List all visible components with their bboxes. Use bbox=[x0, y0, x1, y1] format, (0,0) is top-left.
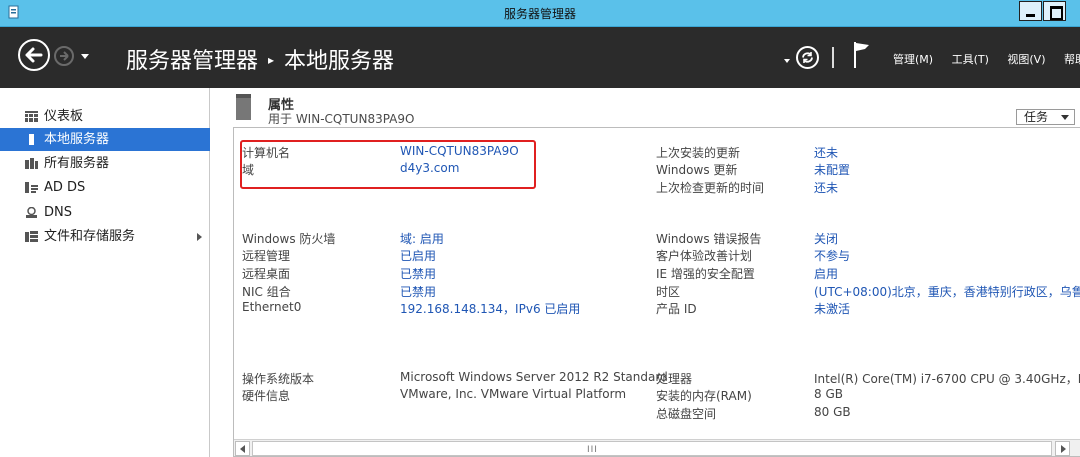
menu-tools[interactable]: 工具(T) bbox=[952, 53, 989, 66]
prop-value-windows-update[interactable]: 未配置 bbox=[814, 161, 850, 178]
chevron-down-icon bbox=[1061, 115, 1069, 120]
scroll-thumb[interactable]: III bbox=[252, 441, 1052, 456]
prop-value-error-reporting[interactable]: 关闭 bbox=[814, 230, 838, 247]
main-content: 属性 用于 WIN-CQTUN83PA9O 任务 计算机名 WIN-CQTUN8… bbox=[211, 88, 1080, 457]
prop-value-os-version: Microsoft Windows Server 2012 R2 Standar… bbox=[400, 370, 668, 384]
prop-value-remote-desktop[interactable]: 已禁用 bbox=[400, 265, 436, 282]
properties-subtitle: 用于 WIN-CQTUN83PA9O bbox=[268, 112, 415, 126]
tasks-dropdown[interactable]: 任务 bbox=[1016, 109, 1075, 125]
sidebar: 仪表板 本地服务器 所有服务器 AD DS DNS 文件和存储服务 bbox=[0, 88, 210, 457]
refresh-button[interactable] bbox=[796, 46, 819, 69]
sidebar-item-all-servers[interactable]: 所有服务器 bbox=[0, 152, 210, 175]
prop-label-hardware: 硬件信息 bbox=[242, 389, 291, 403]
prop-value-ethernet0[interactable]: 192.168.148.134，IPv6 已启用 bbox=[400, 300, 580, 317]
menu-bar: 管理(M) 工具(T) 视图(V) 帮助( bbox=[893, 51, 1080, 67]
prop-value-product-id[interactable]: 未激活 bbox=[814, 300, 850, 317]
expand-arrow-icon[interactable] bbox=[197, 233, 202, 241]
header-divider bbox=[832, 47, 834, 68]
scroll-left-button[interactable] bbox=[235, 441, 250, 456]
prop-value-timezone[interactable]: (UTC+08:00)北京，重庆，香港特别行政区，乌鲁木 bbox=[814, 283, 1080, 300]
prop-value-last-update[interactable]: 还未 bbox=[814, 144, 838, 161]
ad-ds-icon bbox=[25, 182, 38, 193]
prop-label-nic-teaming: NIC 组合 bbox=[242, 285, 291, 299]
menu-manage[interactable]: 管理(M) bbox=[893, 53, 933, 66]
flag-icon[interactable] bbox=[852, 41, 872, 69]
sidebar-item-label: 仪表板 bbox=[44, 109, 84, 124]
server-properties-icon bbox=[236, 94, 251, 120]
prop-label-disk-space: 总磁盘空间 bbox=[656, 407, 717, 421]
scroll-right-button[interactable] bbox=[1055, 441, 1070, 456]
prop-value-disk-space: 80 GB bbox=[814, 405, 851, 419]
maximize-button[interactable] bbox=[1043, 1, 1066, 21]
prop-value-firewall[interactable]: 域: 启用 bbox=[400, 230, 444, 247]
dashboard-icon bbox=[25, 111, 38, 122]
sidebar-item-label: DNS bbox=[44, 205, 72, 220]
sidebar-item-dns[interactable]: DNS bbox=[0, 201, 210, 224]
header-bar: 服务器管理器 ▸ 本地服务器 管理(M) 工具(T) 视图(V) 帮助( bbox=[0, 27, 1080, 88]
horizontal-scrollbar[interactable]: III bbox=[234, 439, 1080, 456]
sidebar-item-ad-ds[interactable]: AD DS bbox=[0, 176, 210, 199]
all-servers-icon bbox=[25, 158, 38, 169]
prop-value-remote-management[interactable]: 已启用 bbox=[400, 247, 436, 264]
prop-label-ie-esc: IE 增强的安全配置 bbox=[656, 267, 755, 281]
prop-label-product-id: 产品 ID bbox=[656, 302, 697, 316]
sidebar-item-label: 本地服务器 bbox=[44, 132, 110, 147]
file-storage-icon bbox=[25, 231, 38, 242]
prop-value-nic-teaming[interactable]: 已禁用 bbox=[400, 283, 436, 300]
prop-label-windows-update: Windows 更新 bbox=[656, 163, 738, 177]
prop-label-processor: 处理器 bbox=[656, 372, 693, 386]
prop-label-error-reporting: Windows 错误报告 bbox=[656, 232, 762, 246]
prop-value-domain[interactable]: d4y3.com bbox=[400, 161, 459, 175]
prop-label-ceip: 客户体验改善计划 bbox=[656, 249, 753, 263]
tasks-label: 任务 bbox=[1024, 110, 1049, 124]
prop-label-domain: 域 bbox=[242, 163, 255, 177]
scroll-grip-icon: III bbox=[587, 445, 598, 455]
breadcrumb-root[interactable]: 服务器管理器 bbox=[126, 49, 258, 74]
menu-help[interactable]: 帮助( bbox=[1064, 53, 1080, 66]
sidebar-item-file-storage[interactable]: 文件和存储服务 bbox=[0, 225, 210, 248]
forward-arrow-icon bbox=[60, 51, 69, 61]
back-arrow-icon bbox=[25, 47, 43, 63]
title-bar: 服务器管理器 bbox=[0, 0, 1080, 27]
breadcrumb-current: 本地服务器 bbox=[284, 49, 395, 74]
prop-value-memory: 8 GB bbox=[814, 387, 843, 401]
prop-label-os-version: 操作系统版本 bbox=[242, 372, 315, 386]
prop-label-computer-name: 计算机名 bbox=[242, 146, 291, 160]
breadcrumb-separator-icon: ▸ bbox=[268, 53, 275, 67]
properties-panel: 计算机名 WIN-CQTUN83PA9O 域 d4y3.com Windows … bbox=[233, 127, 1080, 457]
sidebar-item-dashboard[interactable]: 仪表板 bbox=[0, 105, 210, 128]
prop-value-last-check[interactable]: 还未 bbox=[814, 179, 838, 196]
sidebar-item-label: 所有服务器 bbox=[44, 156, 110, 171]
prop-value-hardware: VMware, Inc. VMware Virtual Platform bbox=[400, 387, 627, 401]
minimize-button[interactable] bbox=[1019, 1, 1042, 21]
prop-label-memory: 安装的内存(RAM) bbox=[656, 389, 752, 403]
refresh-dropdown-icon[interactable] bbox=[784, 59, 790, 63]
prop-label-ethernet0: Ethernet0 bbox=[242, 300, 302, 314]
history-dropdown-icon[interactable] bbox=[81, 54, 89, 59]
forward-button[interactable] bbox=[54, 46, 74, 66]
sidebar-item-label: 文件和存储服务 bbox=[44, 229, 136, 244]
prop-value-ceip[interactable]: 不参与 bbox=[814, 247, 850, 264]
back-button[interactable] bbox=[18, 39, 50, 71]
prop-label-firewall: Windows 防火墙 bbox=[242, 232, 336, 246]
prop-label-timezone: 时区 bbox=[656, 285, 681, 299]
sidebar-item-label: AD DS bbox=[44, 180, 86, 195]
prop-label-last-check: 上次检查更新的时间 bbox=[656, 181, 765, 195]
prop-label-last-update: 上次安装的更新 bbox=[656, 146, 741, 160]
prop-value-ie-esc[interactable]: 启用 bbox=[814, 265, 838, 282]
window-title: 服务器管理器 bbox=[503, 7, 576, 21]
breadcrumb: 服务器管理器 ▸ 本地服务器 bbox=[126, 43, 394, 75]
prop-label-remote-desktop: 远程桌面 bbox=[242, 267, 291, 281]
local-server-icon bbox=[29, 134, 34, 145]
refresh-icon bbox=[802, 52, 813, 63]
dns-icon bbox=[26, 207, 37, 218]
prop-value-computer-name[interactable]: WIN-CQTUN83PA9O bbox=[400, 144, 519, 158]
prop-value-processor: Intel(R) Core(TM) i7-6700 CPU @ 3.40GHz，… bbox=[814, 372, 1080, 386]
sidebar-item-local-server[interactable]: 本地服务器 bbox=[0, 128, 210, 151]
prop-label-remote-management: 远程管理 bbox=[242, 249, 291, 263]
menu-view[interactable]: 视图(V) bbox=[1007, 53, 1045, 66]
